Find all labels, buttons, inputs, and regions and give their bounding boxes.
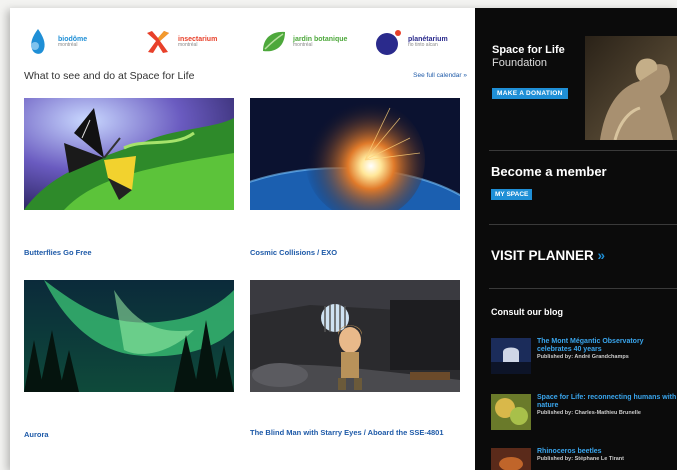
- blog-post-title: Rhinoceros beetles: [537, 448, 602, 455]
- tile-aurora[interactable]: [24, 280, 234, 392]
- chevron-right-icon: »: [597, 248, 606, 263]
- butterfly-image: [24, 98, 234, 210]
- foundation-title: Space for Life Foundation: [492, 44, 565, 70]
- biodome-city: montréal: [58, 42, 78, 49]
- insectarium-city: montréal: [178, 42, 198, 49]
- insectarium-logo[interactable]: insectarium montréal: [144, 18, 217, 66]
- botanical-garden-city: montréal: [293, 42, 313, 49]
- visit-planner-link[interactable]: VISIT PLANNER »: [491, 248, 605, 263]
- blog-post-byline: Published by: Stéphane Le Tirant: [537, 456, 624, 463]
- sidebar: Space for Life Foundation MAKE A DONATIO…: [475, 8, 677, 470]
- my-space-button[interactable]: MY SPACE: [491, 189, 533, 200]
- beetle-thumbnail: [491, 448, 531, 470]
- insectarium-icon: [147, 31, 169, 53]
- tile-cosmic-collisions[interactable]: [250, 98, 460, 210]
- blog-post[interactable]: The Mont Mégantic Observatory celebrates…: [491, 338, 677, 380]
- blog-post-byline: Published by: Charles-Mathieu Brunelle: [537, 410, 641, 417]
- tile-blind-man-label[interactable]: The Blind Man with Starry Eyes / Aboard …: [250, 428, 460, 437]
- sidebar-divider: [489, 288, 677, 289]
- visit-planner-label: VISIT PLANNER: [491, 248, 594, 263]
- botanical-garden-logo[interactable]: jardin botanique montréal: [259, 18, 347, 66]
- sidebar-divider: [489, 224, 677, 225]
- biodome-logo[interactable]: biodôme montréal: [24, 18, 87, 66]
- cosmic-collision-image: [250, 98, 460, 210]
- tile-blind-man[interactable]: [250, 280, 460, 392]
- tile-butterflies-label[interactable]: Butterflies Go Free: [24, 248, 234, 257]
- donate-button[interactable]: MAKE A DONATION: [492, 88, 568, 99]
- planetarium-city: rio tinto alcan: [408, 42, 438, 49]
- member-title: Become a member: [491, 164, 607, 179]
- foundation-statue-image: [585, 36, 677, 140]
- page: biodôme montréal insectarium montréal ja…: [10, 8, 677, 470]
- nature-thumbnail: [491, 394, 531, 430]
- main-content: biodôme montréal insectarium montréal ja…: [10, 8, 475, 470]
- sidebar-divider: [489, 150, 677, 151]
- foundation-line2: Foundation: [492, 57, 548, 70]
- blind-man-image: [250, 280, 460, 392]
- planet-icon: [376, 30, 401, 55]
- blog-post[interactable]: Rhinoceros beetles Published by: Stéphan…: [491, 448, 677, 470]
- planetarium-logo[interactable]: planétarium rio tinto alcan: [374, 18, 448, 66]
- tile-butterflies[interactable]: [24, 98, 234, 210]
- full-calendar-link[interactable]: See full calendar »: [413, 72, 467, 79]
- blog-post-title: Space for Life: reconnecting humans with…: [537, 394, 677, 410]
- blog-post-byline: Published by: André Grandchamps: [537, 354, 629, 361]
- section-title: What to see and do at Space for Life: [24, 70, 195, 82]
- aurora-image: [24, 280, 234, 392]
- tile-aurora-label[interactable]: Aurora: [24, 430, 234, 439]
- leaf-icon: [263, 31, 285, 52]
- biodome-icon: [31, 29, 45, 54]
- foundation-line1: Space for Life: [492, 44, 565, 56]
- blog-title: Consult our blog: [491, 307, 563, 317]
- institution-logos: biodôme montréal insectarium montréal ja…: [24, 18, 469, 66]
- blog-post-title: The Mont Mégantic Observatory celebrates…: [537, 338, 644, 354]
- blog-post[interactable]: Space for Life: reconnecting humans with…: [491, 394, 677, 436]
- tile-cosmic-collisions-label[interactable]: Cosmic Collisions / EXO: [250, 248, 460, 257]
- observatory-thumbnail: [491, 338, 531, 374]
